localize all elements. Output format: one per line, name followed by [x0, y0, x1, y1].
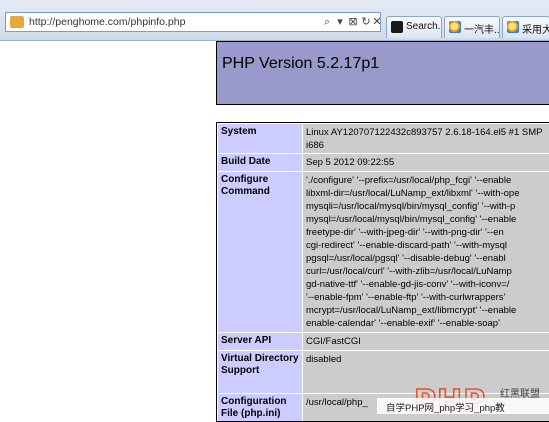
value-line: libxml-dir=/usr/local/LuNamp_ext/libxml'…	[306, 188, 520, 199]
dropdown-icon[interactable]: ▾	[333, 14, 347, 30]
value-line: '--enable-fpm' '--enable-ftp' '--with-cu…	[306, 292, 506, 303]
value-line: curl=/usr/local/curl' '--with-zlib=/usr/…	[306, 266, 512, 277]
value-configure-command: './configure' '--prefix=/usr/local/php_f…	[303, 172, 549, 332]
key-build-date: Build Date	[218, 154, 302, 171]
key-system: System	[218, 124, 302, 153]
value-line: mcrypt=/usr/local/LuNamp_ext/libmcrypt' …	[306, 305, 517, 316]
value-line: cgi-redirect' '--enable-discard-path' '-…	[306, 240, 508, 251]
value-line: freetype-dir' '--with-jpeg-dir' '--with-…	[306, 227, 504, 238]
page-title: PHP Version 5.2.17p1	[222, 55, 380, 72]
search-tab-icon	[391, 21, 403, 33]
phpinfo-table: System Linux AY120707122432c893757 2.6.1…	[216, 122, 549, 422]
value-line: './configure' '--prefix=/usr/local/php_f…	[306, 175, 512, 186]
search-icon[interactable]: ⌕	[320, 14, 334, 30]
key-configure-command: Configure Command	[218, 172, 302, 332]
stop-icon[interactable]: ✕	[370, 14, 384, 30]
tab-faw-toyota[interactable]: 一汽丰...	[444, 16, 500, 38]
value-server-api: CGI/FastCGI	[303, 333, 549, 350]
key-server-api: Server API	[218, 333, 302, 350]
value-line: mysqli=/usr/local/mysql/bin/mysql_config…	[306, 201, 516, 212]
key-configuration-file: Configuration File (php.ini)	[218, 394, 302, 421]
tab-label: 采用大...	[522, 25, 549, 36]
tab-label: 一汽丰...	[464, 25, 500, 36]
tab-label: Search...	[406, 21, 441, 32]
value-line: Linux AY120707122432c893757 2.6.18-164.e…	[306, 127, 543, 138]
value-line: i686	[306, 140, 324, 151]
address-bar[interactable]: http://penghome.com/phpinfo.php ⌕ ▾ ⊠ ↻ …	[5, 12, 384, 32]
value-line: Sep 5 2012 09:22:55	[306, 157, 395, 168]
value-line: pgsql=/usr/local/pgsql' '--disable-debug…	[306, 253, 506, 264]
tab-search[interactable]: Search...	[386, 16, 442, 38]
compatibility-view-icon[interactable]: ⊠	[346, 14, 360, 30]
value-system: Linux AY120707122432c893757 2.6.18-164.e…	[303, 124, 549, 153]
value-line: mysql=/usr/local/mysql/bin/mysql_config'…	[306, 214, 517, 225]
browser-toolbar: http://penghome.com/phpinfo.php ⌕ ▾ ⊠ ↻ …	[0, 0, 549, 41]
value-line: enable-calendar' '--enable-exif' '--enab…	[306, 318, 500, 329]
key-virtual-directory-support: Virtual Directory Support	[218, 351, 302, 393]
watermark-caption: 自学PHP网_php学习_php教	[386, 403, 505, 414]
value-build-date: Sep 5 2012 09:22:55	[303, 154, 549, 171]
ie-page-icon	[507, 21, 519, 33]
value-line: disabled	[306, 354, 342, 365]
ie-page-icon	[449, 21, 461, 33]
value-line: gd-native-ttf' '--enable-gd-jis-conv' '-…	[306, 279, 510, 290]
address-url[interactable]: http://penghome.com/phpinfo.php	[29, 16, 185, 28]
tab-page[interactable]: 采用大...	[502, 16, 549, 38]
phpinfo-header: PHP Version 5.2.17p1	[216, 41, 549, 105]
value-line: CGI/FastCGI	[306, 336, 361, 347]
site-favicon-icon	[10, 16, 24, 28]
